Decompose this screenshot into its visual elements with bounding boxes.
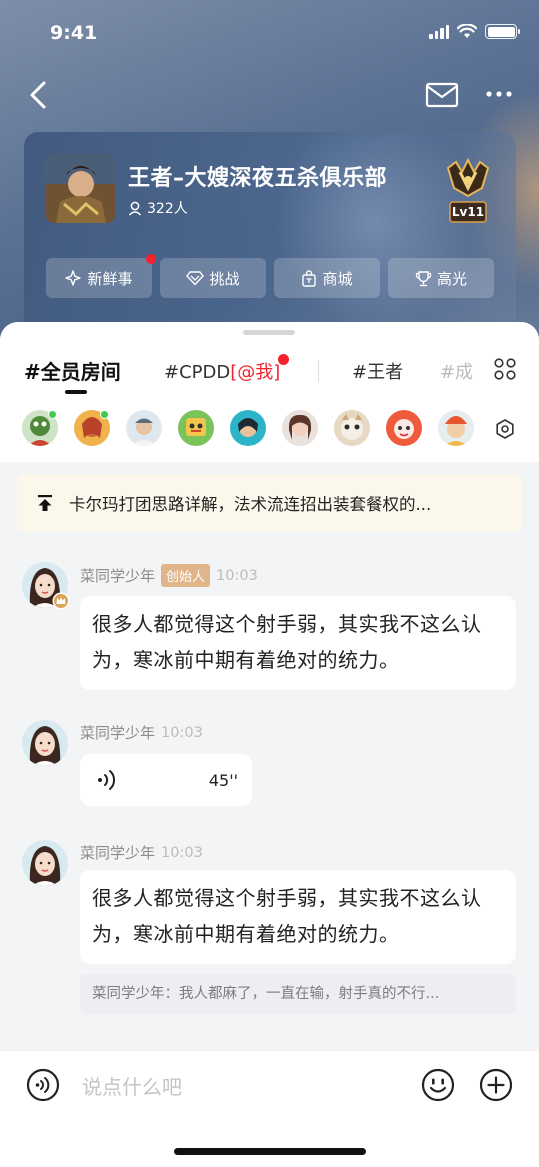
member-avatar[interactable] [230, 410, 266, 446]
club-card: 王者–大嫂深夜五杀俱乐部 322人 Lv11 新鲜事 挑战 商城 高光 [24, 132, 516, 332]
sparkle-icon [65, 269, 82, 286]
member-avatar[interactable] [178, 410, 214, 446]
message-time: 10:03 [161, 844, 203, 861]
news-unread-dot [146, 254, 156, 264]
tab-cpdd-label: #CPDD [164, 362, 231, 383]
member-avatar[interactable] [282, 410, 318, 446]
back-icon[interactable] [24, 78, 54, 112]
status-time: 9:41 [50, 22, 98, 44]
message-time: 10:03 [216, 567, 258, 584]
pinned-announcement[interactable]: 卡尔玛打团思路详解，法术流连招出装套餐权的... [17, 474, 522, 532]
channel-tabs: #全员房间 #CPDD[@我] #王者 #成 [0, 352, 539, 392]
emoji-icon[interactable] [421, 1068, 455, 1102]
status-bar: 9:41 [0, 0, 539, 66]
mail-icon[interactable] [424, 80, 460, 110]
rank-badge[interactable]: Lv11 [442, 157, 494, 228]
tab-more-faded[interactable]: #成 [440, 358, 473, 384]
tab-cpdd[interactable]: #CPDD[@我] [164, 354, 289, 384]
sender-avatar[interactable] [22, 840, 68, 886]
shop-icon [302, 269, 317, 287]
add-icon[interactable] [479, 1068, 513, 1102]
battery-icon [485, 24, 520, 39]
member-avatar[interactable] [386, 410, 422, 446]
tab-all-members[interactable]: #全员房间 [24, 356, 121, 385]
voice-input-icon[interactable] [26, 1068, 60, 1102]
club-member-count: 322人 [128, 198, 188, 218]
mention-dot [278, 354, 289, 365]
message-input[interactable]: 说点什么吧 [82, 1071, 182, 1100]
news-button-label: 新鲜事 [87, 269, 133, 288]
chat-input-bar: 说点什么吧 [0, 1050, 539, 1167]
voice-duration: 45'' [208, 770, 238, 790]
pinned-text: 卡尔玛打团思路详解，法术流连招出装套餐权的... [69, 495, 432, 514]
signal-icon [429, 24, 449, 39]
online-indicator [48, 410, 57, 419]
club-avatar[interactable] [46, 154, 115, 223]
sender-name[interactable]: 菜同学少年 [80, 565, 155, 586]
message-bubble[interactable]: 很多人都觉得这个射手弱，其实我不这么认为，寒冰前中期有着绝对的统力。 [80, 596, 516, 690]
member-icon [128, 201, 142, 216]
home-indicator [174, 1148, 366, 1155]
voice-wave-icon [98, 770, 116, 790]
diamond-icon [186, 271, 205, 286]
shop-button[interactable]: 商城 [274, 258, 380, 298]
settings-icon[interactable] [494, 418, 516, 440]
tab-mention-label: [@我] [230, 362, 281, 383]
more-icon[interactable] [486, 86, 512, 102]
highlight-button[interactable]: 高光 [388, 258, 494, 298]
shop-button-label: 商城 [322, 269, 353, 288]
member-count-text: 322人 [147, 201, 188, 217]
online-indicator [100, 410, 109, 419]
pin-top-icon [38, 495, 52, 511]
highlight-button-label: 高光 [436, 269, 467, 288]
member-avatar[interactable] [334, 410, 370, 446]
tab-king[interactable]: #王者 [352, 358, 403, 384]
message-bubble[interactable]: 很多人都觉得这个射手弱，其实我不这么认为，寒冰前中期有着绝对的统力。 [80, 870, 516, 964]
club-name: 王者–大嫂深夜五杀俱乐部 [128, 166, 388, 191]
voice-message-bubble[interactable]: 45'' [80, 754, 252, 806]
creator-badge: 创始人 [161, 564, 211, 587]
rank-level-text: Lv11 [452, 205, 484, 219]
crown-icon [52, 592, 70, 610]
member-avatar[interactable] [438, 410, 474, 446]
news-button[interactable]: 新鲜事 [46, 254, 156, 298]
wifi-icon [457, 24, 477, 38]
sender-name[interactable]: 菜同学少年 [80, 722, 155, 743]
chat-sheet: #全员房间 #CPDD[@我] #王者 #成 卡尔玛打团思路详解，法术流连招出装… [0, 322, 539, 1167]
drag-handle[interactable] [243, 330, 295, 335]
message-time: 10:03 [161, 724, 203, 741]
member-avatar-row [22, 410, 522, 448]
grid-icon[interactable] [494, 358, 516, 380]
quoted-reply[interactable]: 菜同学少年：我人都麻了，一直在输，射手真的不行... [80, 974, 516, 1014]
trophy-icon [415, 270, 432, 286]
sender-name[interactable]: 菜同学少年 [80, 842, 155, 863]
member-avatar[interactable] [126, 410, 162, 446]
active-tab-indicator [65, 390, 87, 394]
sender-avatar[interactable] [22, 720, 68, 766]
tab-divider [318, 360, 319, 382]
challenge-button[interactable]: 挑战 [160, 258, 266, 298]
challenge-button-label: 挑战 [209, 269, 240, 288]
